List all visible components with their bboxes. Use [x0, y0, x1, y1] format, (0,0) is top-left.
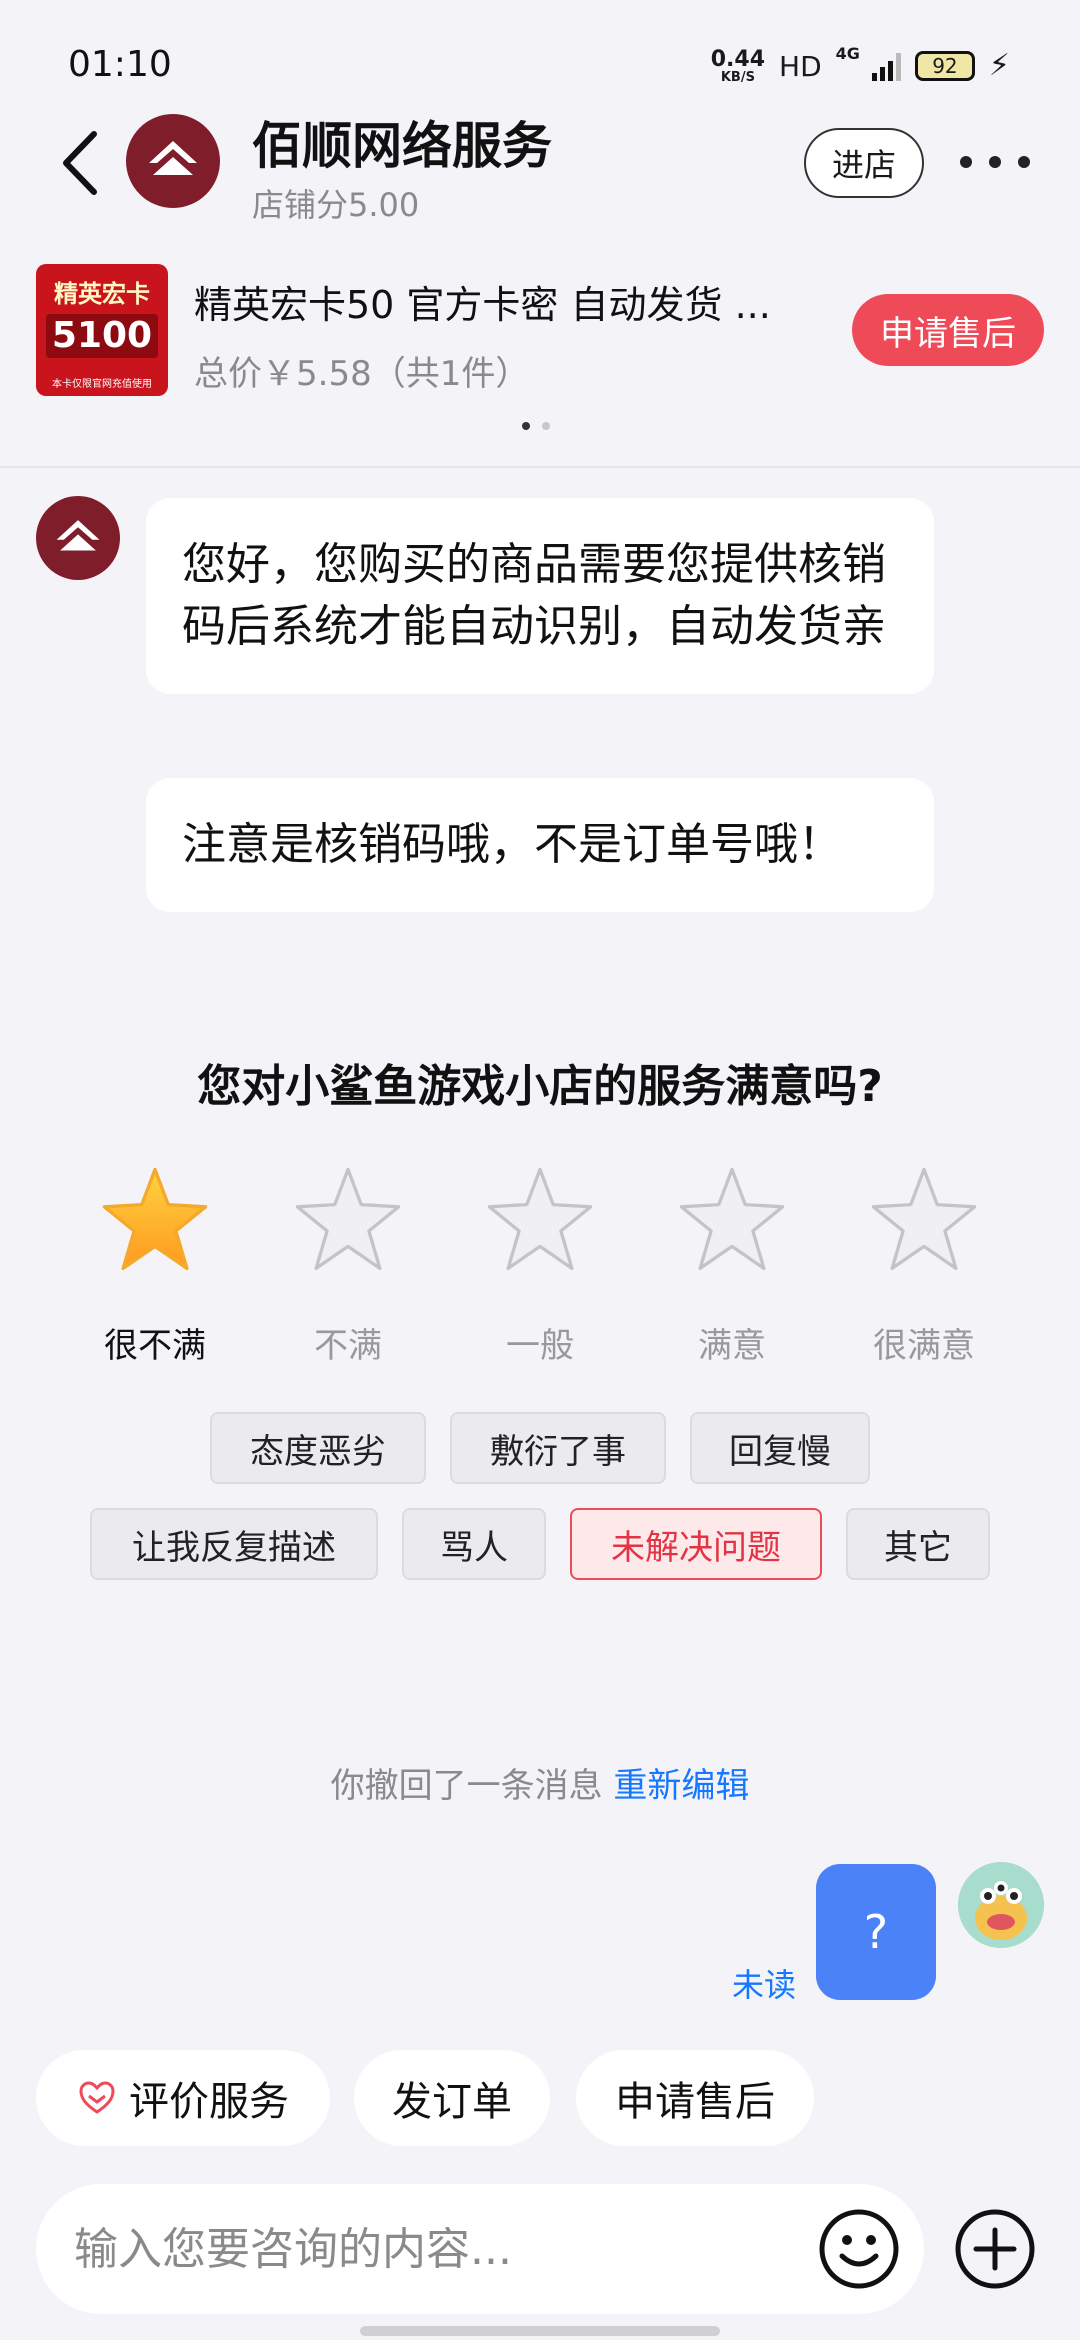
network-speed: 0.44 KB/S — [710, 46, 766, 85]
network-speed-value: 0.44 — [710, 46, 766, 72]
charging-icon: ⚡ — [988, 48, 1010, 83]
rate-service-button[interactable]: 评价服务 — [36, 2050, 330, 2146]
header-divider — [0, 466, 1080, 468]
battery-icon: 92 — [914, 51, 975, 81]
survey-question: 您对小鲨鱼游戏小店的服务满意吗? — [197, 1061, 883, 1112]
rating-label-2: 不满 — [314, 1326, 382, 1366]
message-input-container[interactable] — [36, 2184, 924, 2314]
user-avatar[interactable] — [958, 1862, 1044, 1948]
pager-dot — [542, 422, 550, 430]
network-speed-unit: KB/S — [720, 69, 755, 85]
feedback-tag[interactable]: 回复慢 — [690, 1412, 870, 1484]
star-rating-5[interactable] — [864, 1160, 984, 1280]
agent-message[interactable]: 您好，您购买的商品需要您提供核销码后系统才能自动识别，自动发货亲 — [146, 498, 934, 694]
back-button[interactable] — [58, 128, 108, 198]
rating-label-1: 很不满 — [104, 1326, 206, 1366]
rating-label-5: 很满意 — [873, 1326, 975, 1366]
hd-indicator: HD — [779, 49, 822, 83]
feedback-tag[interactable]: 让我反复描述 — [90, 1508, 378, 1580]
unread-status: 未读 — [732, 1966, 797, 2004]
plus-circle-icon — [955, 2209, 1035, 2289]
shop-avatar[interactable] — [126, 114, 220, 208]
recall-text: 你撤回了一条消息 — [330, 1766, 603, 1806]
product-title[interactable]: 精英宏卡50 官方卡密 自动发货 ... — [194, 274, 814, 329]
star-rating-2[interactable] — [288, 1160, 408, 1280]
rate-service-label: 评价服务 — [129, 2079, 289, 2125]
shop-name: 佰顺网络服务 — [252, 117, 552, 175]
shop-logo-icon — [149, 141, 197, 175]
feedback-tag[interactable]: 骂人 — [402, 1508, 546, 1580]
product-thumbnail[interactable]: 精英宏卡 5100 本卡仅限官网充值使用 — [36, 264, 168, 396]
product-price: 总价￥5.58（共1件） — [194, 354, 530, 394]
thumb-value: 5100 — [46, 314, 158, 358]
product-pager — [522, 422, 550, 430]
add-attachment-button[interactable] — [954, 2208, 1036, 2290]
thumb-title: 精英宏卡 — [54, 279, 150, 308]
emoji-icon — [819, 2209, 899, 2289]
star-empty-icon — [679, 1167, 785, 1271]
thumb-note: 本卡仅限官网充值使用 — [52, 379, 152, 390]
agent-avatar[interactable] — [36, 496, 120, 580]
send-order-button[interactable]: 发订单 — [354, 2050, 550, 2146]
status-time: 01:10 — [68, 44, 172, 85]
heart-handshake-icon — [79, 2081, 115, 2114]
emoji-button[interactable] — [818, 2208, 900, 2290]
re-edit-link[interactable]: 重新编辑 — [613, 1766, 749, 1806]
star-empty-icon — [871, 1167, 977, 1271]
star-rating-4[interactable] — [672, 1160, 792, 1280]
chevron-left-icon — [63, 131, 97, 195]
network-type: 4G — [835, 44, 860, 63]
shop-score: 店铺分5.00 — [252, 186, 420, 224]
more-options-icon[interactable] — [960, 140, 1030, 184]
feedback-tag[interactable]: 其它 — [846, 1508, 990, 1580]
feedback-tag-selected[interactable]: 未解决问题 — [570, 1508, 822, 1580]
star-empty-icon — [295, 1167, 401, 1271]
status-icons: 0.44 KB/S HD 4G 92 ⚡ — [711, 44, 1010, 88]
apply-after-sale-quick-button[interactable]: 申请售后 — [576, 2050, 814, 2146]
battery-level: 92 — [932, 54, 958, 78]
user-message[interactable]: ? — [816, 1864, 936, 2000]
recall-notice: 你撤回了一条消息 重新编辑 — [0, 1758, 1080, 1807]
star-empty-icon — [487, 1167, 593, 1271]
agent-message[interactable]: 注意是核销码哦，不是订单号哦！ — [146, 778, 934, 912]
monster-avatar-icon — [958, 1862, 1044, 1948]
home-indicator[interactable] — [360, 2326, 720, 2336]
apply-after-sale-button[interactable]: 申请售后 — [852, 294, 1044, 366]
star-filled-icon — [102, 1167, 208, 1271]
star-rating-1[interactable] — [95, 1160, 215, 1280]
feedback-tag[interactable]: 态度恶劣 — [210, 1412, 426, 1484]
rating-label-3: 一般 — [506, 1326, 574, 1366]
message-input[interactable] — [74, 2223, 814, 2275]
pager-dot-active — [522, 422, 530, 430]
feedback-tag[interactable]: 敷衍了事 — [450, 1412, 666, 1484]
rating-label-4: 满意 — [698, 1326, 766, 1366]
star-rating-3[interactable] — [480, 1160, 600, 1280]
shop-logo-icon — [56, 520, 100, 551]
enter-store-button[interactable]: 进店 — [804, 128, 924, 198]
signal-icon — [871, 51, 901, 81]
